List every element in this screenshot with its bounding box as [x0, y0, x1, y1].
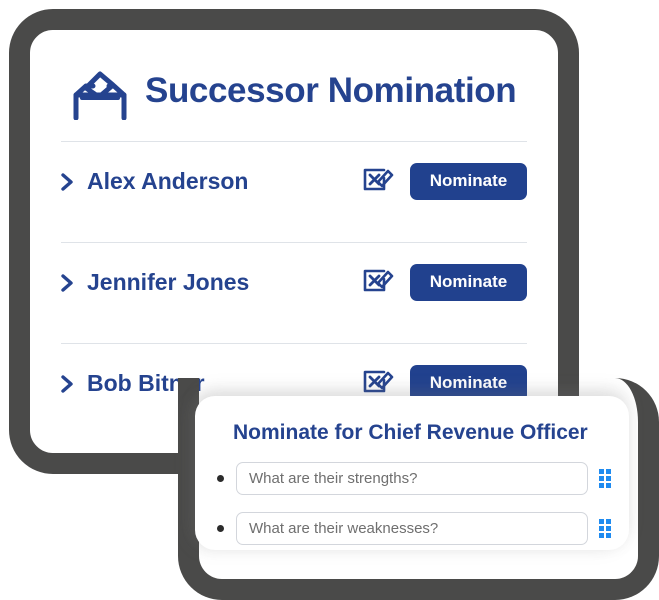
- ballot-box-icon: [73, 71, 127, 120]
- nominate-button[interactable]: Nominate: [410, 264, 527, 301]
- weaknesses-input[interactable]: [236, 512, 588, 545]
- edit-checkbox-icon[interactable]: [360, 164, 396, 200]
- card-header: Successor Nomination: [30, 30, 558, 120]
- nomination-form-title: Nominate for Chief Revenue Officer: [233, 421, 588, 444]
- bullet-icon: [217, 475, 224, 482]
- person-name: Jennifer Jones: [87, 269, 250, 295]
- nomination-form-card: Nominate for Chief Revenue Officer: [195, 396, 629, 550]
- bullet-icon: [217, 525, 224, 532]
- strengths-input[interactable]: [236, 462, 588, 495]
- drag-handle-icon[interactable]: [599, 468, 615, 489]
- person-row[interactable]: Alex Anderson Nominate: [30, 142, 558, 221]
- chevron-right-icon[interactable]: [61, 273, 74, 292]
- nominate-button[interactable]: Nominate: [410, 163, 527, 200]
- drag-handle-icon[interactable]: [599, 518, 615, 539]
- form-field-row: [195, 462, 629, 495]
- edit-checkbox-icon[interactable]: [360, 265, 396, 301]
- person-row[interactable]: Jennifer Jones Nominate: [30, 243, 558, 322]
- person-name: Alex Anderson: [87, 168, 249, 194]
- chevron-right-icon[interactable]: [61, 374, 74, 393]
- form-field-row: [195, 512, 629, 545]
- page-title: Successor Nomination: [145, 71, 517, 110]
- chevron-right-icon[interactable]: [61, 172, 74, 191]
